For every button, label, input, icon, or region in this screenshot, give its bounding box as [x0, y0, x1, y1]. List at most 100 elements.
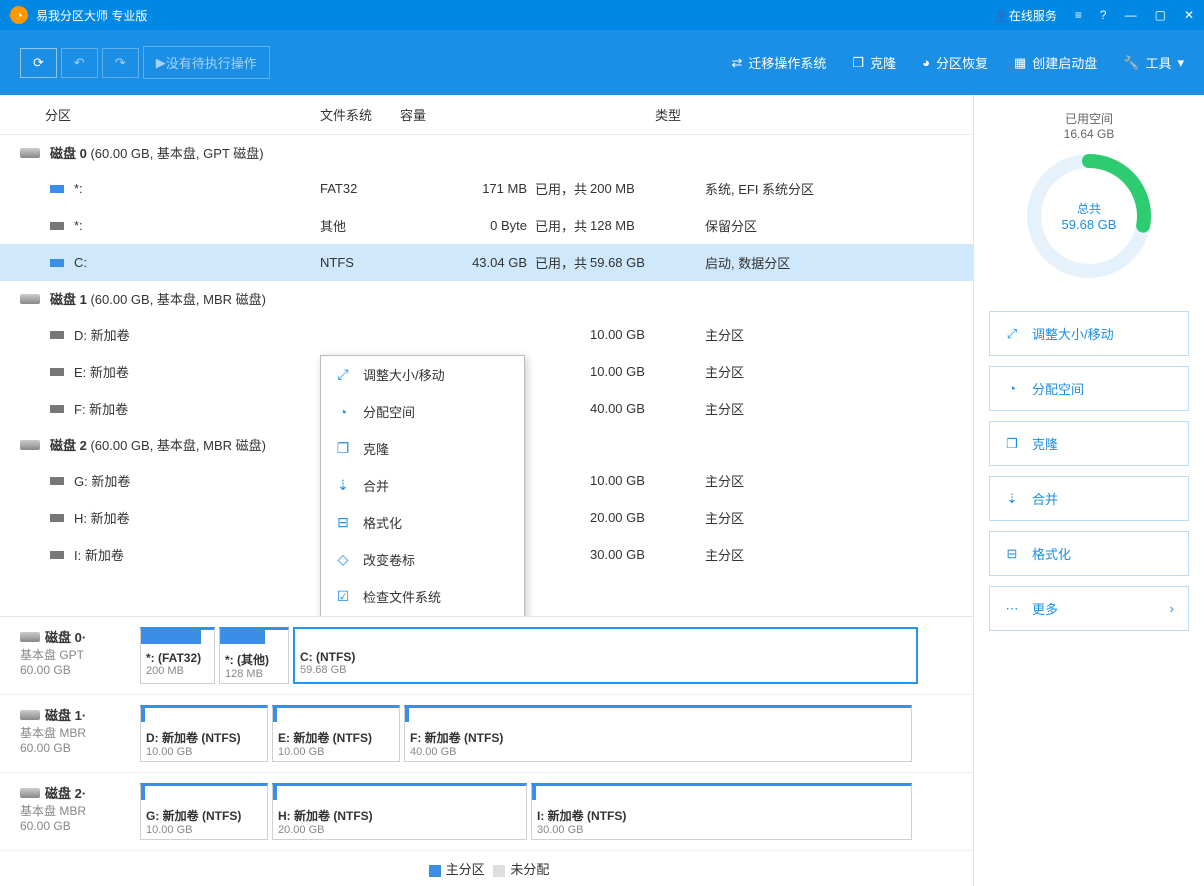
menu-icon[interactable]: ≡: [1075, 8, 1082, 22]
context-menu: ⤢调整大小/移动 ◔分配空间 ❐克隆 ⇣合并 ⊟格式化 ◇改变卷标 ☑检查文件系…: [320, 355, 525, 616]
recover-icon: ◕: [922, 55, 930, 70]
partition-icon: [50, 551, 64, 559]
merge-icon: ⇣: [335, 478, 351, 494]
clone-icon: ❐: [852, 55, 864, 71]
disk-maps: 磁盘 0· 基本盘 GPT60.00 GB *: (FAT32) 200 MB …: [0, 616, 973, 851]
boot-icon: ▦: [1014, 55, 1026, 71]
donut-total-value: 59.68 GB: [1062, 217, 1117, 232]
partition-icon: [50, 368, 64, 376]
allocate-icon: ◔: [335, 404, 351, 420]
label-icon: ◇: [335, 552, 351, 568]
side-allocate-button[interactable]: ◔分配空间: [989, 366, 1189, 411]
titlebar: ◔ 易我分区大师 专业版 👤在线服务 ≡ ? — ▢ ✕: [0, 0, 1204, 30]
col-header-filesystem[interactable]: 文件系统: [320, 105, 400, 124]
menu-merge[interactable]: ⇣合并: [321, 467, 524, 504]
partition-row[interactable]: *: 其他 0 Byte 已用，共 128 MB 保留分区: [0, 207, 973, 244]
partition-row[interactable]: C: NTFS 43.04 GB 已用，共 59.68 GB 启动, 数据分区: [0, 244, 973, 281]
refresh-button[interactable]: ⟳: [20, 48, 57, 78]
menu-check[interactable]: ☑检查文件系统: [321, 578, 524, 615]
resize-icon: ⤢: [1004, 326, 1020, 342]
menu-clone[interactable]: ❐克隆: [321, 430, 524, 467]
partition-recover-button[interactable]: ◕分区恢复: [922, 53, 988, 72]
menu-label[interactable]: ◇改变卷标: [321, 541, 524, 578]
online-service-button[interactable]: 👤在线服务: [994, 7, 1057, 24]
disk-bar[interactable]: F: 新加卷 (NTFS) 40.00 GB: [404, 705, 912, 762]
close-icon[interactable]: ✕: [1184, 8, 1194, 22]
migrate-os-button[interactable]: ⇄迁移操作系统: [731, 53, 826, 72]
pending-ops-button: ▶ 没有待执行操作: [143, 46, 270, 79]
disk-bar[interactable]: H: 新加卷 (NTFS) 20.00 GB: [272, 783, 527, 840]
menu-badtrack[interactable]: ⊗坏道检测: [321, 615, 524, 616]
tools-icon: 🔧: [1123, 55, 1139, 71]
migrate-icon: ⇄: [731, 55, 742, 71]
donut-total-label: 总共: [1062, 200, 1117, 217]
col-header-partition[interactable]: 分区: [45, 105, 320, 124]
partition-icon: [50, 331, 64, 339]
maximize-icon[interactable]: ▢: [1155, 8, 1166, 22]
donut-used-label: 已用空间: [989, 110, 1189, 127]
partition-icon: [50, 222, 64, 230]
partition-icon: [50, 259, 64, 267]
disk-bar[interactable]: I: 新加卷 (NTFS) 30.00 GB: [531, 783, 912, 840]
chevron-right-icon: ›: [1170, 601, 1174, 616]
disk-header[interactable]: 磁盘 0 (60.00 GB, 基本盘, GPT 磁盘): [0, 135, 973, 170]
partition-table: 分区 文件系统 容量 类型 磁盘 0 (60.00 GB, 基本盘, GPT 磁…: [0, 95, 973, 616]
donut-used-value: 16.64 GB: [989, 127, 1189, 141]
side-merge-button[interactable]: ⇣合并: [989, 476, 1189, 521]
disk-map-row: 磁盘 0· 基本盘 GPT60.00 GB *: (FAT32) 200 MB …: [0, 617, 973, 695]
partition-icon: [50, 514, 64, 522]
side-more-button[interactable]: ⋯更多›: [989, 586, 1189, 631]
sidebar: 已用空间 16.64 GB 总共 59.68 GB ⤢调整大小/移动 ◔分配空间…: [974, 95, 1204, 886]
col-header-capacity[interactable]: 容量: [400, 105, 655, 124]
side-resize-button[interactable]: ⤢调整大小/移动: [989, 311, 1189, 356]
disk-bar[interactable]: D: 新加卷 (NTFS) 10.00 GB: [140, 705, 268, 762]
disk-icon: [20, 440, 40, 450]
partition-icon: [50, 185, 64, 193]
disk-icon: [20, 710, 40, 720]
col-header-type[interactable]: 类型: [655, 105, 973, 124]
partition-icon: [50, 405, 64, 413]
side-clone-button[interactable]: ❐克隆: [989, 421, 1189, 466]
partition-row[interactable]: *: FAT32 171 MB 已用，共 200 MB 系统, EFI 系统分区: [0, 170, 973, 207]
disk-map-row: 磁盘 2· 基本盘 MBR60.00 GB G: 新加卷 (NTFS) 10.0…: [0, 773, 973, 851]
format-icon: ⊟: [335, 515, 351, 531]
disk-icon: [20, 788, 40, 798]
clone-button[interactable]: ❐克隆: [852, 53, 896, 72]
partition-row[interactable]: D: 新加卷 10.00 GB 主分区: [0, 316, 973, 353]
disk-header[interactable]: 磁盘 1 (60.00 GB, 基本盘, MBR 磁盘): [0, 281, 973, 316]
disk-bar[interactable]: C: (NTFS) 59.68 GB: [293, 627, 918, 684]
menu-allocate[interactable]: ◔分配空间: [321, 393, 524, 430]
allocate-icon: ◔: [1004, 381, 1020, 397]
disk-map-row: 磁盘 1· 基本盘 MBR60.00 GB D: 新加卷 (NTFS) 10.0…: [0, 695, 973, 773]
clone-icon: ❐: [335, 441, 351, 457]
disk-icon: [20, 294, 40, 304]
tools-button[interactable]: 🔧工具 ▾: [1123, 53, 1184, 72]
app-title: 易我分区大师 专业版: [36, 7, 994, 24]
minimize-icon[interactable]: —: [1125, 8, 1137, 22]
create-boot-disk-button[interactable]: ▦创建启动盘: [1014, 53, 1097, 72]
partition-icon: [50, 477, 64, 485]
check-icon: ☑: [335, 589, 351, 605]
redo-button[interactable]: ↷: [102, 48, 139, 78]
merge-icon: ⇣: [1004, 491, 1020, 507]
disk-bar[interactable]: *: (FAT32) 200 MB: [140, 627, 215, 684]
disk-icon: [20, 148, 40, 158]
undo-button[interactable]: ↶: [61, 48, 98, 78]
format-icon: ⊟: [1004, 546, 1020, 562]
more-icon: ⋯: [1004, 601, 1020, 617]
disk-bar[interactable]: E: 新加卷 (NTFS) 10.00 GB: [272, 705, 400, 762]
side-format-button[interactable]: ⊟格式化: [989, 531, 1189, 576]
menu-format[interactable]: ⊟格式化: [321, 504, 524, 541]
clone-icon: ❐: [1004, 436, 1020, 452]
toolbar: ⟳ ↶ ↷ ▶ 没有待执行操作 ⇄迁移操作系统 ❐克隆 ◕分区恢复 ▦创建启动盘…: [0, 30, 1204, 95]
legend: 主分区 未分配: [0, 851, 973, 886]
help-icon[interactable]: ?: [1100, 8, 1107, 22]
disk-bar[interactable]: *: (其他) 128 MB: [219, 627, 289, 684]
donut-chart: 总共 59.68 GB: [1024, 151, 1154, 281]
menu-resize[interactable]: ⤢调整大小/移动: [321, 356, 524, 393]
app-logo-icon: ◔: [10, 6, 28, 24]
resize-icon: ⤢: [335, 367, 351, 383]
legend-unalloc-icon: [493, 865, 505, 877]
legend-primary-icon: [429, 865, 441, 877]
disk-bar[interactable]: G: 新加卷 (NTFS) 10.00 GB: [140, 783, 268, 840]
